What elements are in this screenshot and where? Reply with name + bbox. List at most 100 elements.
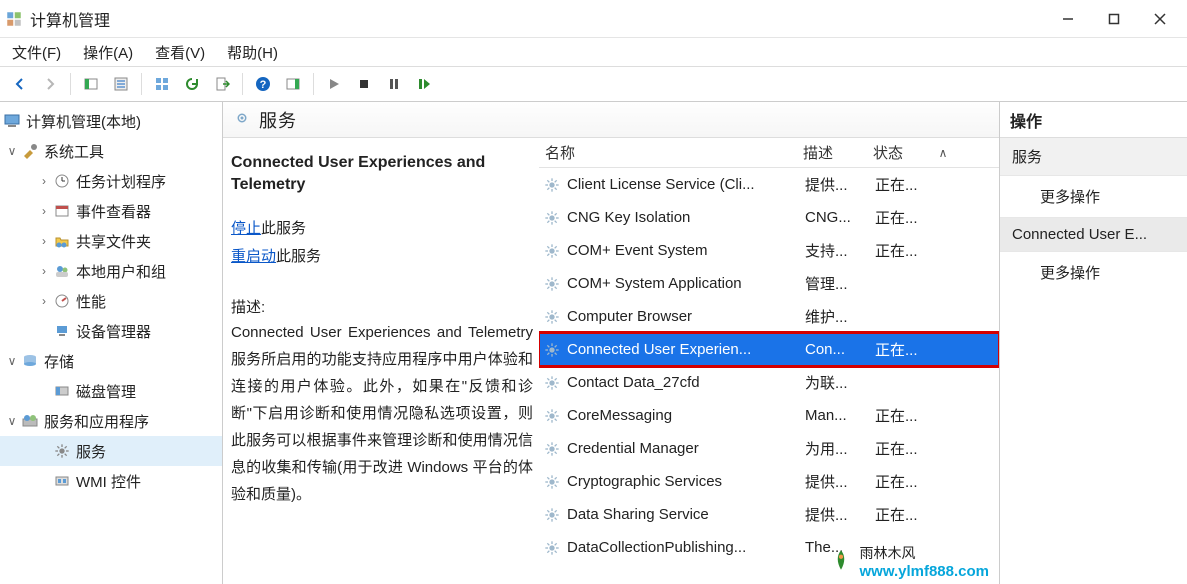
close-button[interactable] — [1137, 0, 1183, 38]
back-button[interactable] — [6, 70, 34, 98]
storage-icon — [20, 351, 40, 371]
expand-icon[interactable]: › — [36, 204, 52, 218]
service-name: COM+ System Application — [567, 275, 805, 292]
users-icon — [52, 261, 72, 281]
tree-wmi[interactable]: WMI 控件 — [0, 466, 222, 496]
gear-icon — [541, 537, 563, 559]
service-desc: Con... — [805, 341, 875, 358]
tree-device-manager[interactable]: 设备管理器 — [0, 316, 222, 346]
start-service-button[interactable] — [320, 70, 348, 98]
toolbar: ? — [0, 66, 1187, 102]
tree-label: 本地用户和组 — [76, 261, 166, 282]
description-label: 描述: — [231, 296, 533, 317]
service-name: Data Sharing Service — [567, 506, 805, 523]
gear-icon — [233, 109, 251, 130]
export-button[interactable] — [208, 70, 236, 98]
more-actions-link-2[interactable]: 更多操作 — [1000, 252, 1187, 293]
gear-icon — [541, 339, 563, 361]
service-state: 正在... — [875, 339, 935, 360]
tree-event-viewer[interactable]: › 事件查看器 — [0, 196, 222, 226]
action-pane-button[interactable] — [279, 70, 307, 98]
expand-icon[interactable]: › — [36, 294, 52, 308]
menu-help[interactable]: 帮助(H) — [217, 39, 288, 66]
computer-icon — [2, 111, 22, 131]
properties-button[interactable] — [107, 70, 135, 98]
tree-label: 事件查看器 — [76, 201, 151, 222]
column-description[interactable]: 描述 — [803, 142, 873, 163]
stop-service-button[interactable] — [350, 70, 378, 98]
icons-view-button[interactable] — [148, 70, 176, 98]
service-row[interactable]: COM+ Event System支持...正在... — [539, 234, 999, 267]
tree-root[interactable]: 计算机管理(本地) — [0, 106, 222, 136]
minimize-button[interactable] — [1045, 0, 1091, 38]
service-row[interactable]: Credential Manager为用...正在... — [539, 432, 999, 465]
restart-service-link[interactable]: 重启动 — [231, 248, 276, 265]
collapse-icon[interactable]: ∨ — [4, 144, 20, 158]
tree-performance[interactable]: › 性能 — [0, 286, 222, 316]
maximize-button[interactable] — [1091, 0, 1137, 38]
gear-icon — [541, 504, 563, 526]
tree-label: 存储 — [44, 351, 74, 372]
main-area: 计算机管理(本地) ∨ 系统工具 › 任务计划程序 › 事件查看器 › 共享文件… — [0, 102, 1187, 584]
stop-service-link[interactable]: 停止 — [231, 220, 261, 237]
menu-file[interactable]: 文件(F) — [2, 39, 71, 66]
watermark: 雨林木风 www.ylmf888.com — [828, 543, 990, 580]
tree-label: 任务计划程序 — [76, 171, 166, 192]
actions-group-services: 服务 — [1000, 138, 1187, 176]
watermark-logo-icon — [828, 547, 854, 576]
service-row[interactable]: Connected User Experien...Con...正在... — [539, 333, 999, 366]
tree-services-apps[interactable]: ∨ 服务和应用程序 — [0, 406, 222, 436]
clock-icon — [52, 171, 72, 191]
service-state: 正在... — [875, 438, 935, 459]
window-title: 计算机管理 — [30, 7, 110, 31]
expand-icon[interactable]: › — [36, 174, 52, 188]
collapse-icon[interactable]: ∨ — [4, 414, 20, 428]
expand-icon[interactable]: › — [36, 234, 52, 248]
tree-disk-management[interactable]: 磁盘管理 — [0, 376, 222, 406]
tree-storage[interactable]: ∨ 存储 — [0, 346, 222, 376]
toolbar-separator — [313, 73, 314, 95]
pause-service-button[interactable] — [380, 70, 408, 98]
service-row[interactable]: Cryptographic Services提供...正在... — [539, 465, 999, 498]
watermark-brand: 雨林木风 — [860, 543, 990, 563]
help-button[interactable]: ? — [249, 70, 277, 98]
show-hide-tree-button[interactable] — [77, 70, 105, 98]
service-name: Contact Data_27cfd — [567, 374, 805, 391]
service-desc: 支持... — [805, 240, 875, 261]
menu-view[interactable]: 查看(V) — [145, 39, 215, 66]
service-desc: Man... — [805, 407, 875, 424]
gear-icon — [541, 174, 563, 196]
service-name: COM+ Event System — [567, 242, 805, 259]
column-status[interactable]: 状态 — [873, 142, 933, 163]
service-row[interactable]: Client License Service (Cli...提供...正在... — [539, 168, 999, 201]
service-row[interactable]: Data Sharing Service提供...正在... — [539, 498, 999, 531]
scroll-up-icon[interactable]: ∧ — [933, 146, 953, 160]
gear-icon — [52, 441, 72, 461]
tree-task-scheduler[interactable]: › 任务计划程序 — [0, 166, 222, 196]
expand-icon[interactable]: › — [36, 264, 52, 278]
tree-label: 磁盘管理 — [76, 381, 136, 402]
tree-label: 计算机管理(本地) — [26, 111, 141, 132]
service-row[interactable]: CNG Key IsolationCNG...正在... — [539, 201, 999, 234]
restart-service-button[interactable] — [410, 70, 438, 98]
service-row[interactable]: COM+ System Application管理... — [539, 267, 999, 300]
tree-label: 共享文件夹 — [76, 231, 151, 252]
tree-label: WMI 控件 — [76, 471, 141, 492]
title-bar: 计算机管理 — [0, 0, 1187, 38]
tree-system-tools[interactable]: ∨ 系统工具 — [0, 136, 222, 166]
collapse-icon[interactable]: ∨ — [4, 354, 20, 368]
service-row[interactable]: CoreMessagingMan...正在... — [539, 399, 999, 432]
performance-icon — [52, 291, 72, 311]
tree-services[interactable]: 服务 — [0, 436, 222, 466]
stop-service-link-row: 停止此服务 — [231, 215, 533, 244]
tree-label: 服务 — [76, 441, 106, 462]
more-actions-link[interactable]: 更多操作 — [1000, 176, 1187, 217]
tree-local-users[interactable]: › 本地用户和组 — [0, 256, 222, 286]
service-row[interactable]: Computer Browser维护... — [539, 300, 999, 333]
forward-button[interactable] — [36, 70, 64, 98]
tree-shared-folders[interactable]: › 共享文件夹 — [0, 226, 222, 256]
refresh-button[interactable] — [178, 70, 206, 98]
column-name[interactable]: 名称 — [539, 142, 803, 163]
menu-action[interactable]: 操作(A) — [73, 39, 143, 66]
service-row[interactable]: Contact Data_27cfd为联... — [539, 366, 999, 399]
